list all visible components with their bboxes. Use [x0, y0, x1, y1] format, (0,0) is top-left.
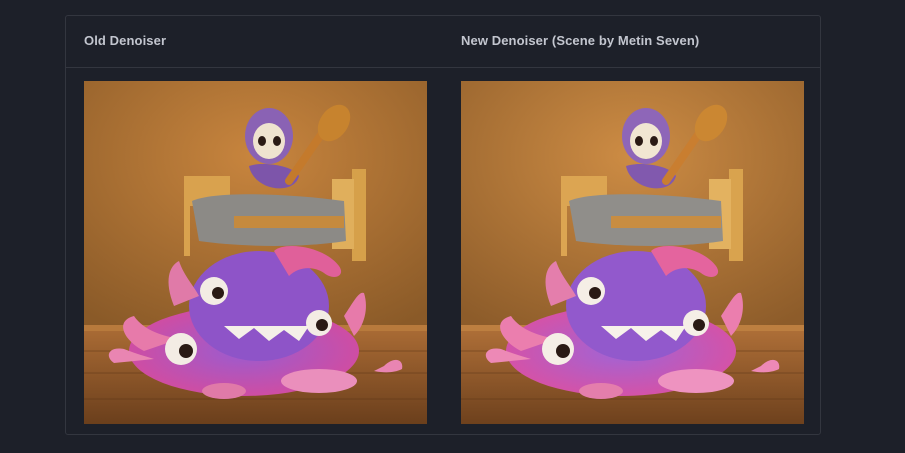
render-image-icon	[84, 81, 427, 424]
comparison-header: Old Denoiser New Denoiser (Scene by Meti…	[66, 16, 820, 68]
new-denoiser-title: New Denoiser (Scene by Metin Seven)	[461, 33, 700, 48]
render-image-icon	[461, 81, 804, 424]
comparison-panel: Old Denoiser New Denoiser (Scene by Meti…	[65, 15, 821, 435]
new-denoiser-render-image	[461, 81, 804, 424]
old-denoiser-title: Old Denoiser	[84, 33, 167, 48]
old-denoiser-render-image	[84, 81, 427, 424]
